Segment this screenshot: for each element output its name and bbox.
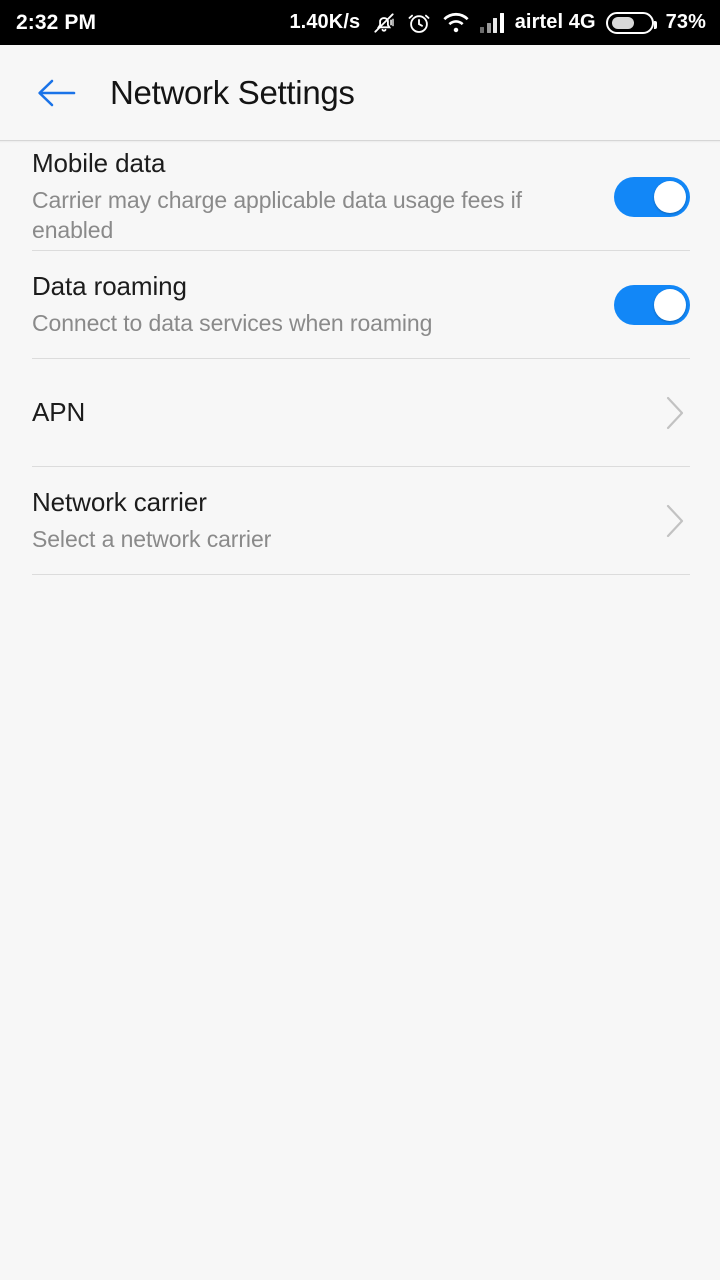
setting-title: Network carrier (32, 486, 207, 517)
setting-row-network-carrier[interactable]: Network carrier Select a network carrier (0, 467, 720, 574)
setting-subtitle: Carrier may charge applicable data usage… (32, 186, 522, 244)
setting-subtitle: Connect to data services when roaming (32, 309, 433, 336)
settings-list: Mobile data Carrier may charge applicabl… (0, 141, 720, 575)
toggle-knob (654, 180, 686, 213)
chevron-right-icon (660, 499, 690, 543)
bell-muted-icon (371, 10, 397, 36)
network-speed-text: 1.40K/s (289, 11, 361, 33)
phone-screen: 2:32 PM 1.40K/s airtel 4G 73% Network Se… (0, 0, 720, 1280)
setting-title: Mobile data (32, 147, 166, 178)
status-bar-clock: 2:32 PM (16, 10, 97, 34)
app-header: Network Settings (0, 45, 720, 143)
setting-row-mobile-data[interactable]: Mobile data Carrier may charge applicabl… (0, 143, 720, 250)
back-arrow-icon[interactable] (34, 70, 80, 116)
carrier-name: airtel 4G (514, 11, 596, 33)
setting-row-data-roaming[interactable]: Data roaming Connect to data services wh… (0, 251, 720, 358)
battery-percent-text: 73% (665, 11, 706, 33)
wifi-icon (441, 11, 471, 35)
setting-subtitle: Select a network carrier (32, 525, 272, 552)
status-bar: 2:32 PM 1.40K/s airtel 4G 73% (0, 0, 720, 45)
row-divider (32, 574, 690, 575)
signal-bars-icon (480, 12, 504, 33)
page-title: Network Settings (110, 73, 355, 111)
setting-title: APN (32, 396, 86, 427)
alarm-clock-icon (406, 10, 432, 36)
battery-icon (605, 11, 657, 34)
data-roaming-toggle[interactable] (614, 284, 690, 325)
chevron-right-icon (660, 391, 690, 435)
mobile-data-toggle[interactable] (614, 176, 690, 217)
setting-row-apn[interactable]: APN (0, 359, 720, 466)
toggle-knob (654, 288, 686, 321)
setting-title: Data roaming (32, 270, 187, 301)
